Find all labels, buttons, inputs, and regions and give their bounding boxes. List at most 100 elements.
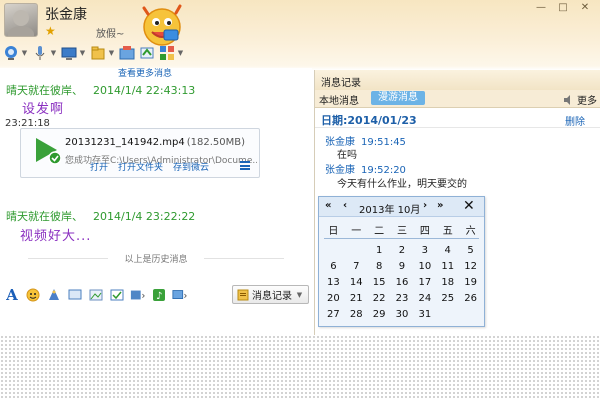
chat-toolbar: ▼ ▼ ▼ ▼ ▼ [2,42,185,64]
more-label: 更多 [577,96,597,107]
message-header: 晴天就在彼岸、 2014/1/4 22:43:13 [6,82,195,98]
calendar-day[interactable]: 9 [391,259,414,275]
window-controls: — □ ✕ [532,2,594,14]
message-input[interactable] [0,308,312,335]
calendar-weekday: 三 [396,226,407,237]
font-icon[interactable]: A [4,286,20,304]
message-text: 视频好大... [20,229,92,244]
magic-icon[interactable] [46,287,62,303]
calendar-day[interactable]: 23 [391,291,414,307]
calendar-day[interactable]: 15 [368,275,391,291]
history-entry-text: 今天有什么作业，明天要交的 [337,179,467,190]
calendar-day[interactable]: 21 [345,291,368,307]
save-to-cloud-link[interactable]: 存到微云 [173,160,209,173]
file-name-row: 20131231_141942.mp4 (182.50MB) [65,137,245,148]
calendar-day[interactable]: 5 [459,243,482,259]
calendar-day[interactable]: 25 [436,291,459,307]
screenshot-icon[interactable] [109,287,125,303]
video-call-button[interactable]: ▼ [2,43,29,63]
record-book-icon [237,289,249,300]
calendar-month-label[interactable]: 2013年 10月 [359,201,420,216]
screen-icon[interactable] [67,287,83,303]
history-date-bar: 日期:2014/01/23 删除 [315,110,600,128]
app-box-button[interactable] [118,43,136,63]
calendar-day[interactable]: 22 [368,291,391,307]
calendar-days: 1 2 3 4 5 6 7 8 9 10 11 12 13 14 15 16 17 18 19 20 21 22 23 24 2… [322,243,482,323]
calendar-day[interactable]: 28 [345,307,368,323]
image-icon[interactable] [88,287,104,303]
calendar-day[interactable]: 7 [345,259,368,275]
history-entry-time: 19:51:45 [361,137,406,148]
chevron-down-icon[interactable]: ▼ [20,49,29,57]
calendar-day[interactable]: 31 [413,307,436,323]
sender-name: 晴天就在彼岸、 [6,210,83,223]
calendar-day[interactable]: 10 [413,259,436,275]
calendar-day[interactable]: 18 [436,275,459,291]
chevron-down-icon[interactable]: ▼ [176,49,185,57]
more-button[interactable]: 更多 [563,92,597,107]
calendar-close-icon[interactable]: ✕ [463,198,475,214]
calendar-weekdays: 日 一 二三 四 五 六 [322,222,482,237]
calendar-day[interactable]: 11 [436,259,459,275]
minimize-icon[interactable]: — [532,2,550,14]
chevron-down-icon[interactable]: ▼ [107,49,116,57]
open-file-link[interactable]: 打开 [90,160,108,173]
calendar-day[interactable]: 27 [322,307,345,323]
history-entry-header: 张金康 19:52:20 [325,161,406,176]
contact-avatar[interactable] [4,3,38,37]
message-time: 23:22:22 [145,210,196,223]
tab-local-messages[interactable]: 本地消息 [319,92,359,107]
prev-year-button[interactable]: « [325,200,331,211]
calendar-day[interactable]: 4 [436,243,459,259]
calendar-day[interactable]: 3 [413,243,436,259]
calendar-day[interactable]: 29 [368,307,391,323]
calendar-day[interactable]: 30 [391,307,414,323]
remote-desktop-button[interactable]: ▼ [60,43,87,63]
tab-roaming-messages[interactable]: 漫游消息 [371,91,425,105]
message-time: 22:43:13 [145,84,196,97]
calendar-day[interactable]: 24 [413,291,436,307]
date-picker-calendar: « ‹ 2013年 10月 › » ✕ 日一二三四五六 1 2 3 4 5 6 7 8 9 10 1… [318,196,485,327]
close-icon[interactable]: ✕ [576,2,594,14]
calendar-day[interactable]: 1 [368,243,391,259]
record-icon[interactable] [172,287,188,303]
calendar-day[interactable]: 8 [368,259,391,275]
calendar-day[interactable]: 16 [391,275,414,291]
dotted-background [0,335,600,400]
prev-month-button[interactable]: ‹ [343,200,347,211]
contact-status: 放假~ [96,29,125,40]
calendar-day[interactable]: 14 [345,275,368,291]
open-folder-link[interactable]: 打开文件夹 [118,160,163,173]
history-notice[interactable]: 查看更多消息 [118,68,172,79]
calendar-day[interactable]: 20 [322,291,345,307]
more-apps-button[interactable]: ▼ [158,43,185,63]
maximize-icon[interactable]: □ [554,2,572,14]
music-icon[interactable]: ♪ [151,287,167,303]
history-entry-text: 在吗 [337,150,357,161]
calendar-day[interactable]: 26 [459,291,482,307]
message-record-button[interactable]: 消息记录 ▼ [232,285,309,304]
message-text: 设发啊 [22,102,65,117]
calendar-day[interactable]: 6 [322,259,345,275]
next-year-button[interactable]: » [437,200,443,211]
chevron-down-icon[interactable]: ▼ [49,49,58,57]
share-icon[interactable] [130,287,146,303]
emoji-icon[interactable] [25,287,41,303]
voice-call-button[interactable]: ▼ [31,43,58,63]
calendar-day[interactable]: 13 [322,275,345,291]
next-month-button[interactable]: › [423,200,427,211]
contact-name[interactable]: 张金康 [45,4,87,24]
chevron-down-icon[interactable]: ▼ [78,49,87,57]
calendar-day[interactable]: 17 [413,275,436,291]
calendar-day[interactable]: 2 [391,243,414,259]
video-file-icon [36,138,61,165]
history-date[interactable]: 日期:2014/01/23 [321,112,417,128]
file-transfer-button[interactable]: ▼ [89,43,116,63]
file-size: (182.50MB) [186,137,245,148]
delete-link[interactable]: 删除 [565,113,585,128]
history-title: 消息记录 [321,78,361,89]
calendar-day[interactable]: 19 [459,275,482,291]
menu-lines-icon[interactable] [240,161,250,170]
send-file-button[interactable] [138,43,156,63]
calendar-day[interactable]: 12 [459,259,482,275]
